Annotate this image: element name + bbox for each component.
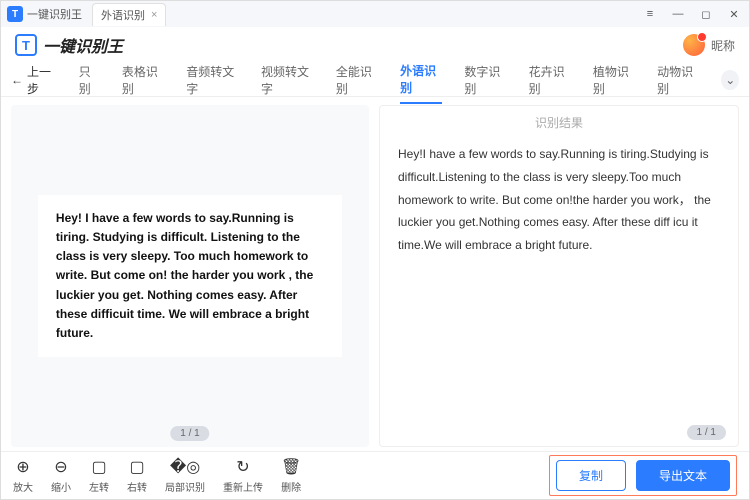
avatar[interactable] [683, 34, 705, 56]
footer: ⊕放大 ⊖缩小 ▢左转 ▢右转 �◎局部识别 ↻重新上传 🗑删除 复制 导出文本 [1, 451, 749, 499]
back-button[interactable]: ← 上一步 [11, 63, 57, 97]
close-icon[interactable]: ✕ [725, 5, 743, 23]
maximize-icon[interactable]: ◻ [697, 5, 715, 23]
region-ocr-button[interactable]: �◎局部识别 [165, 457, 205, 494]
tab-0[interactable]: 只别 [79, 57, 100, 103]
tab-3[interactable]: 视频转文字 [261, 57, 314, 103]
menu-icon[interactable]: ≡ [641, 5, 659, 23]
tab-7[interactable]: 花卉识别 [529, 57, 571, 103]
app-name: 一键识别王 [27, 6, 82, 22]
tab-4[interactable]: 全能识别 [336, 57, 378, 103]
tab-1[interactable]: 表格识别 [122, 57, 164, 103]
chevron-down-icon: ⌄ [725, 73, 735, 87]
rotate-left-icon: ▢ [91, 457, 106, 477]
result-page-badge: 1 / 1 [687, 425, 726, 440]
zoom-out-icon: ⊖ [54, 457, 67, 477]
tab-2[interactable]: 音频转文字 [186, 57, 239, 103]
result-text[interactable]: Hey!I have a few words to say.Running is… [380, 139, 738, 419]
logo-text: 一键识别王 [43, 33, 123, 57]
action-group: 复制 导出文本 [549, 455, 737, 496]
zoom-in-button[interactable]: ⊕放大 [13, 457, 33, 494]
image-page-badge: 1 / 1 [170, 426, 209, 441]
trash-icon: 🗑 [281, 457, 301, 477]
result-pane: 识别结果 Hey!I have a few words to say.Runni… [379, 105, 739, 447]
result-title: 识别结果 [380, 106, 738, 139]
close-tab-icon[interactable]: × [151, 9, 157, 21]
logo-icon: T [15, 34, 37, 56]
region-icon: �◎ [170, 457, 200, 477]
rotate-right-icon: ▢ [129, 457, 144, 477]
window-tab[interactable]: 外语识别 × [92, 3, 166, 26]
copy-button[interactable]: 复制 [556, 460, 626, 491]
source-image-text: Hey! I have a few words to say.Running i… [38, 195, 342, 357]
minimize-icon[interactable]: ― [669, 5, 687, 23]
app-icon: T [7, 6, 23, 22]
titlebar: T 一键识别王 外语识别 × ≡ ― ◻ ✕ [1, 1, 749, 27]
window-tab-label: 外语识别 [101, 7, 145, 23]
reupload-button[interactable]: ↻重新上传 [223, 457, 263, 494]
export-button[interactable]: 导出文本 [636, 460, 730, 491]
tab-6[interactable]: 数字识别 [464, 57, 506, 103]
nickname-label[interactable]: 昵称 [711, 37, 735, 54]
zoom-in-icon: ⊕ [16, 457, 29, 477]
rotate-left-button[interactable]: ▢左转 [89, 457, 109, 494]
more-tabs-button[interactable]: ⌄ [721, 70, 739, 90]
tab-9[interactable]: 动物识别 [657, 57, 699, 103]
function-tabs: ← 上一步 只别表格识别音频转文字视频转文字全能识别外语识别数字识别花卉识别植物… [1, 63, 749, 97]
image-pane: Hey! I have a few words to say.Running i… [11, 105, 369, 447]
reupload-icon: ↻ [236, 457, 249, 477]
zoom-out-button[interactable]: ⊖缩小 [51, 457, 71, 494]
delete-button[interactable]: 🗑删除 [281, 457, 301, 494]
arrow-left-icon: ← [11, 73, 23, 87]
tab-8[interactable]: 植物识别 [593, 57, 635, 103]
rotate-right-button[interactable]: ▢右转 [127, 457, 147, 494]
